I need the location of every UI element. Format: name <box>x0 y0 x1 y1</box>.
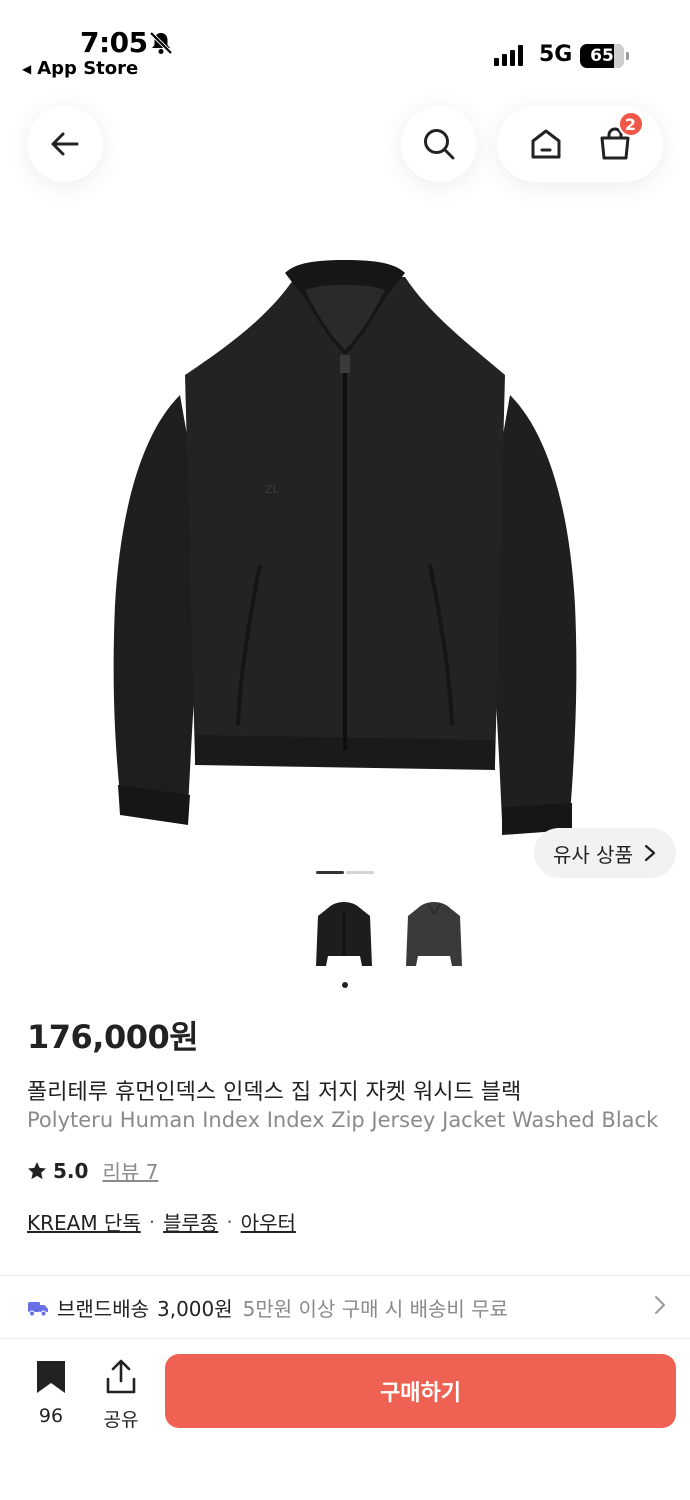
shipping-title: 브랜드배송 <box>57 1297 149 1321</box>
tag-kream-exclusive[interactable]: KREAM 단독 <box>27 1207 141 1236</box>
bottom-action-bar: 96 공유 구매하기 <box>0 1338 690 1500</box>
thumbnail-2[interactable] <box>402 898 466 974</box>
gallery-indicator-active <box>316 871 344 874</box>
chevron-right-icon <box>644 844 656 862</box>
save-button[interactable]: 96 <box>22 1359 80 1427</box>
arrow-left-icon <box>51 132 79 156</box>
search-button[interactable] <box>401 106 477 182</box>
network-type: 5G <box>539 42 573 67</box>
home-icon <box>531 129 560 159</box>
cart-button[interactable]: 2 <box>590 111 644 169</box>
cellular-signal-icon <box>494 44 523 66</box>
status-time: 7:05 <box>80 26 148 59</box>
product-image[interactable]: ZL <box>100 255 590 835</box>
share-label: 공유 <box>103 1409 139 1431</box>
truck-icon <box>28 1301 48 1316</box>
star-icon <box>28 1161 46 1179</box>
similar-products-label: 유사 상품 <box>553 842 633 867</box>
shipping-info-row[interactable]: 브랜드배송 3,000원 5만원 이상 구매 시 배송비 무료 <box>27 1293 667 1322</box>
category-tags: KREAM 단독 · 블루종 · 아우터 <box>27 1207 296 1236</box>
similar-products-button[interactable]: 유사 상품 <box>534 828 676 878</box>
tag-separator: · <box>148 1209 156 1234</box>
rating-row: 5.0 리뷰 7 <box>27 1156 158 1185</box>
review-link[interactable]: 리뷰 7 <box>102 1156 158 1185</box>
tag-outer[interactable]: 아우터 <box>241 1207 296 1236</box>
tag-separator: · <box>226 1209 233 1234</box>
product-name-en: Polyteru Human Index Index Zip Jersey Ja… <box>27 1108 659 1132</box>
bell-off-icon <box>149 31 173 55</box>
svg-text:ZL: ZL <box>265 483 280 496</box>
product-price: 176,000원 <box>27 1018 199 1056</box>
nav-pill: 2 <box>497 106 663 182</box>
thumbnail-selected-dot <box>342 982 348 988</box>
buy-button[interactable]: 구매하기 <box>165 1354 676 1428</box>
thumbnail-1[interactable] <box>312 898 376 974</box>
thumbnail-list <box>312 898 466 974</box>
battery-level: 65 <box>590 46 614 66</box>
back-button[interactable] <box>27 106 103 182</box>
share-button[interactable]: 공유 <box>92 1359 150 1432</box>
product-name-ko: 폴리테루 휴먼인덱스 인덱스 집 저지 자켓 워시드 블랙 <box>27 1080 522 1105</box>
share-icon <box>106 1359 136 1394</box>
battery-icon: 65 <box>580 44 629 68</box>
free-shipping-condition: 5만원 이상 구매 시 배송비 무료 <box>242 1297 508 1321</box>
tag-blouson[interactable]: 블루종 <box>163 1207 218 1236</box>
save-count: 96 <box>38 1405 64 1427</box>
chevron-right-icon <box>655 1296 665 1314</box>
rating-score: 5.0 <box>53 1158 89 1183</box>
back-app-label: App Store <box>37 58 139 79</box>
cart-count-badge: 2 <box>617 111 644 137</box>
home-button[interactable] <box>521 119 571 169</box>
bookmark-icon <box>37 1361 65 1393</box>
divider <box>0 1275 690 1276</box>
shipping-fee: 3,000원 <box>157 1297 233 1321</box>
back-triangle-icon: ◀ <box>22 61 32 76</box>
gallery-indicator <box>346 871 374 874</box>
back-to-app-link[interactable]: ◀ App Store <box>22 58 138 79</box>
search-icon <box>424 129 455 160</box>
